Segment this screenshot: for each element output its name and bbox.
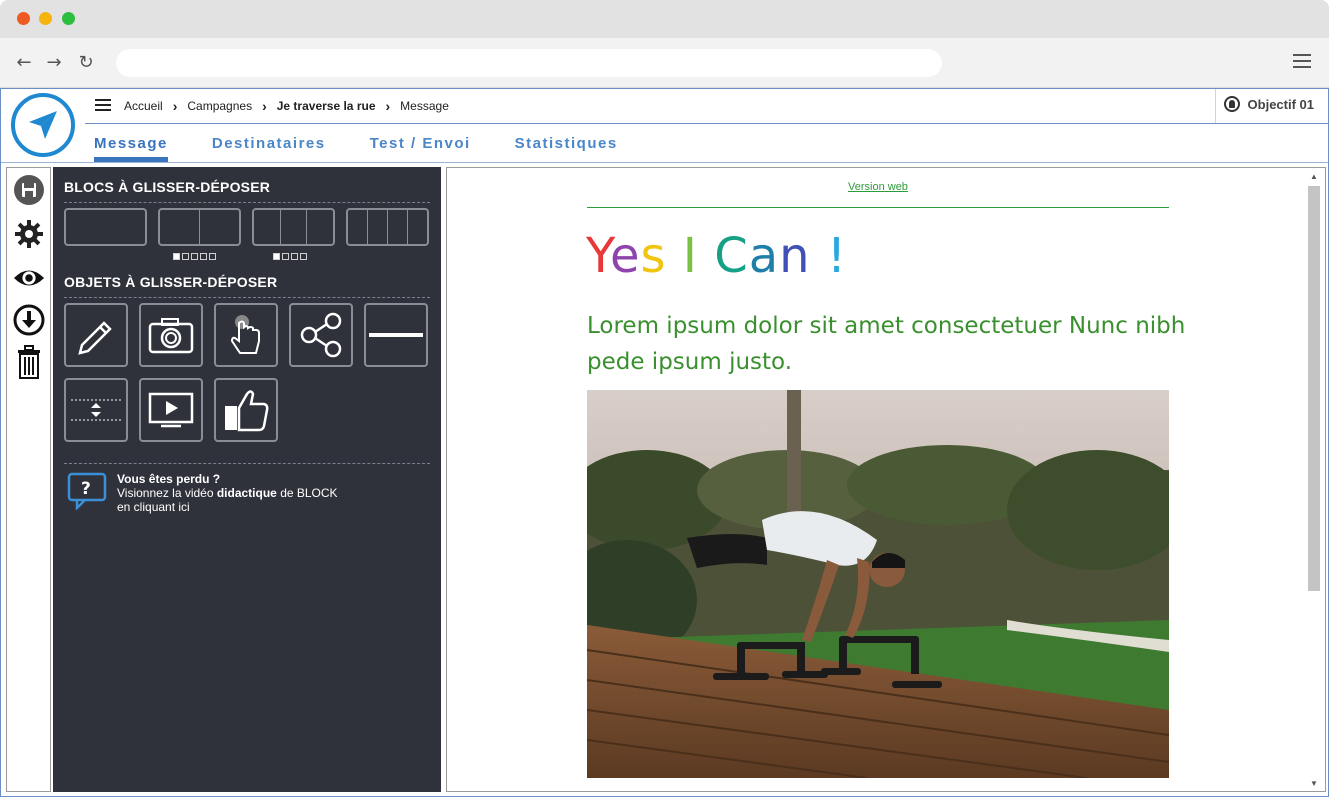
help-video-link[interactable]: ici: [178, 500, 189, 514]
headline-letter: a: [748, 228, 780, 284]
help-section: ? Vous êtes perdu ? Visionnez la vidéo d…: [67, 472, 338, 514]
headline-letter: s: [640, 228, 667, 284]
browser-titlebar: [0, 0, 1329, 38]
help-text-part: en cliquant: [117, 500, 179, 514]
email-preview: Version web Yes I Can ! Lorem ipsum dolo…: [446, 167, 1326, 792]
block-4-columns[interactable]: [346, 208, 429, 246]
scrollbar[interactable]: ▲ ▼: [1307, 172, 1321, 789]
block-3-columns[interactable]: [252, 208, 335, 246]
headline-letter: C: [714, 228, 749, 284]
scroll-down-icon[interactable]: ▼: [1309, 779, 1319, 789]
divider: [85, 123, 1328, 124]
logo[interactable]: [11, 93, 75, 157]
spacer-icon[interactable]: [64, 378, 128, 442]
menu-icon[interactable]: [95, 99, 111, 113]
question-bubble-icon[interactable]: ?: [67, 472, 107, 512]
svg-text:?: ?: [81, 479, 91, 499]
reload-icon[interactable]: ↻: [76, 52, 96, 74]
chevron-right-icon: ›: [172, 98, 178, 114]
address-bar[interactable]: [116, 49, 942, 77]
user-menu[interactable]: Objectif 01: [1223, 96, 1314, 112]
help-text-part: de BLOCK: [276, 486, 338, 500]
close-window-dot[interactable]: [17, 12, 30, 25]
tab-test-envoi[interactable]: Test / Envoi: [370, 135, 471, 156]
download-icon[interactable]: [13, 304, 45, 336]
thumbs-up-icon[interactable]: [214, 378, 278, 442]
fitness-photo[interactable]: [587, 390, 1169, 778]
breadcrumb-item-campagnes[interactable]: Campagnes: [187, 99, 252, 113]
hamburger-icon[interactable]: [1293, 54, 1311, 70]
save-icon[interactable]: [13, 174, 45, 206]
video-icon[interactable]: [139, 378, 203, 442]
scroll-up-icon[interactable]: ▲: [1309, 172, 1319, 182]
tab-statistiques[interactable]: Statistiques: [515, 135, 618, 156]
headline-letter: !: [826, 228, 848, 284]
camera-icon[interactable]: [139, 303, 203, 367]
gear-icon[interactable]: [13, 218, 45, 250]
block-2-columns[interactable]: [158, 208, 241, 246]
pencil-icon[interactable]: [64, 303, 128, 367]
help-title: Vous êtes perdu ?: [117, 472, 221, 486]
eye-icon[interactable]: [13, 262, 45, 294]
headline-letter: I: [682, 228, 698, 284]
share-icon[interactable]: [289, 303, 353, 367]
divider: [64, 202, 430, 203]
headline-letter: Y: [586, 228, 610, 284]
app-window: Accueil › Campagnes › Je traverse la rue…: [0, 88, 1329, 797]
breadcrumb: Accueil › Campagnes › Je traverse la rue…: [124, 98, 449, 114]
headline-letter: [667, 228, 683, 284]
block-pager[interactable]: [173, 253, 218, 260]
help-text-part: Visionnez la vidéo: [117, 486, 217, 500]
blocks-title: BLOCS À GLISSER-DÉPOSER: [64, 179, 271, 195]
user-icon: [1223, 96, 1240, 112]
help-line-2: en cliquant ici: [117, 500, 338, 514]
breadcrumb-item-campaign[interactable]: Je traverse la rue: [277, 99, 376, 113]
divider: [64, 463, 430, 464]
tab-destinataires[interactable]: Destinataires: [212, 135, 326, 156]
breadcrumb-item-accueil[interactable]: Accueil: [124, 99, 163, 113]
tab-bar: Message Destinataires Test / Envoi Stati…: [94, 135, 662, 162]
scroll-thumb[interactable]: [1308, 186, 1320, 591]
headline-letter: [698, 228, 714, 284]
chevron-right-icon: ›: [385, 98, 391, 114]
tab-message[interactable]: Message: [94, 135, 168, 162]
divider: [587, 207, 1169, 208]
arrow-left-icon[interactable]: ←: [14, 52, 34, 74]
objects-title: OBJETS À GLISSER-DÉPOSER: [64, 274, 278, 290]
headline-letter: n: [779, 228, 811, 284]
app-header: Accueil › Campagnes › Je traverse la rue…: [1, 89, 1328, 163]
headline[interactable]: Yes I Can !: [586, 228, 847, 284]
help-text-bold: didactique: [216, 486, 277, 500]
block-pager[interactable]: [273, 253, 309, 260]
divider: [64, 297, 430, 298]
browser-toolbar: ← → ↻: [0, 38, 1329, 88]
block-1-column[interactable]: [64, 208, 147, 246]
help-line-1: Visionnez la vidéo didactique de BLOCK: [117, 486, 338, 500]
tool-rail: [6, 167, 51, 792]
headline-letter: [811, 228, 827, 284]
paper-plane-icon: [29, 111, 57, 139]
chevron-right-icon: ›: [262, 98, 267, 114]
breadcrumb-item-message: Message: [400, 99, 449, 113]
body-text[interactable]: Lorem ipsum dolor sit amet consectetuer …: [587, 308, 1187, 380]
maximize-window-dot[interactable]: [62, 12, 75, 25]
help-text: Vous êtes perdu ? Visionnez la vidéo did…: [117, 472, 338, 514]
trash-icon[interactable]: [13, 345, 45, 379]
version-web-link[interactable]: Version web: [848, 181, 908, 193]
minimize-window-dot[interactable]: [39, 12, 52, 25]
user-name: Objectif 01: [1247, 96, 1314, 112]
divider: [1215, 89, 1216, 123]
arrow-right-icon[interactable]: →: [44, 52, 64, 74]
click-button-icon[interactable]: [214, 303, 278, 367]
divider-line-icon[interactable]: [364, 303, 428, 367]
headline-letter: e: [609, 228, 641, 284]
drag-drop-panel: BLOCS À GLISSER-DÉPOSER OBJETS À GLISSER…: [53, 167, 441, 792]
